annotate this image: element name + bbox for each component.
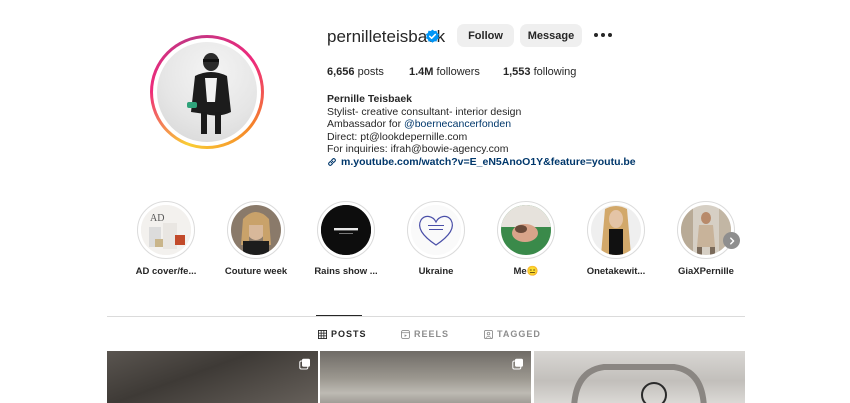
bio-line: Ambassador for @boernecancerfonden [327, 118, 636, 131]
following-count-value: 1,553 [503, 66, 531, 78]
highlight-label: AD cover/fe... [135, 266, 197, 277]
highlight-thumbnail [591, 205, 641, 255]
highlight-ring: AD [137, 201, 195, 259]
svg-text:AD: AD [150, 213, 164, 224]
avatar-photo [157, 42, 257, 142]
highlight-label: Couture week [224, 266, 288, 277]
following-count-label: following [533, 66, 577, 78]
more-options-icon[interactable] [594, 33, 612, 37]
posts-count-label: posts [357, 66, 384, 78]
verified-badge-icon [425, 29, 440, 43]
grid-icon [318, 329, 327, 339]
carousel-icon [512, 358, 523, 370]
post-thumbnail[interactable] [320, 351, 531, 403]
highlight-ring [407, 201, 465, 259]
message-button[interactable]: Message [520, 24, 582, 47]
link-icon [328, 157, 336, 166]
active-tab-indicator [316, 315, 362, 316]
highlight-thumbnail [231, 205, 281, 255]
reels-icon [401, 329, 410, 339]
more-dot [594, 33, 598, 37]
tab-posts-label: POSTS [331, 329, 367, 339]
tab-reels-label: REELS [414, 329, 450, 339]
highlight-label: Rains show ... [314, 266, 378, 277]
chevron-right-icon [729, 236, 734, 245]
highlight-thumbnail [681, 205, 731, 255]
rains-logo [321, 205, 371, 255]
bio-name: Pernille Teisbaek [327, 93, 413, 105]
bio-mention-link[interactable]: @boernecancerfonden [404, 118, 511, 130]
bio-link-text: m.youtube.com/watch?v=E_eN5AnoO1Y&featur… [341, 155, 636, 168]
profile-bio: Pernille Teisbaek Stylist- creative cons… [327, 93, 636, 168]
posts-count: 6,656 posts [327, 66, 384, 78]
highlight-item[interactable]: Me😑 [481, 201, 571, 277]
tab-posts[interactable]: POSTS [318, 329, 367, 339]
highlight-image [591, 205, 641, 255]
followers-count-value: 1.4M [409, 66, 434, 78]
post-thumbnail[interactable] [534, 351, 745, 403]
heart-drawing [411, 205, 461, 255]
bio-line: Stylist- creative consultant- interior d… [327, 105, 522, 118]
bio-line: Direct: pt@lookdepernille.com [327, 130, 468, 143]
tab-tagged-label: TAGGED [497, 329, 541, 339]
highlight-image [321, 205, 371, 255]
bio-line: For inquiries: ifrah@bowie-agency.com [327, 143, 509, 155]
post-image [571, 364, 707, 403]
highlight-image [681, 205, 731, 255]
highlight-label: GiaXPernille [678, 266, 734, 277]
posts-count-value: 6,656 [327, 66, 355, 78]
more-dot [608, 33, 612, 37]
highlight-ring [317, 201, 375, 259]
follow-button[interactable]: Follow [457, 24, 514, 47]
highlight-image [231, 205, 281, 255]
highlight-thumbnail: AD [141, 205, 191, 255]
highlight-image [411, 205, 461, 255]
following-count[interactable]: 1,553 following [503, 66, 576, 78]
highlight-label: Onetakewit... [586, 266, 646, 277]
avatar-image [187, 53, 231, 134]
tagged-icon [484, 329, 493, 339]
tab-reels[interactable]: REELS [401, 329, 449, 339]
tabs-divider [107, 316, 745, 317]
bio-line-prefix: Ambassador for [327, 118, 405, 130]
highlights-next-button[interactable] [723, 232, 740, 249]
highlight-item[interactable]: Ukraine [391, 201, 481, 277]
highlight-item[interactable]: AD AD cover/fe... [121, 201, 211, 277]
followers-count-label: followers [436, 66, 480, 78]
profile-avatar[interactable] [150, 35, 264, 149]
highlight-image [501, 205, 551, 255]
post-thumbnail[interactable] [107, 351, 318, 403]
highlight-ring [497, 201, 555, 259]
more-dot [601, 33, 605, 37]
highlight-thumbnail [501, 205, 551, 255]
highlight-image: AD [141, 205, 191, 255]
tab-tagged[interactable]: TAGGED [484, 329, 541, 339]
highlight-label: Me😑 [513, 266, 539, 277]
highlight-item[interactable]: Onetakewit... [571, 201, 661, 277]
highlight-ring [587, 201, 645, 259]
highlight-label: Ukraine [418, 266, 454, 277]
highlight-ring [227, 201, 285, 259]
highlight-ring [677, 201, 735, 259]
highlight-item[interactable]: Couture week [211, 201, 301, 277]
avatar-border [153, 38, 261, 146]
followers-count[interactable]: 1.4M followers [409, 66, 480, 78]
bio-external-link[interactable]: m.youtube.com/watch?v=E_eN5AnoO1Y&featur… [327, 156, 636, 169]
carousel-icon [299, 358, 310, 370]
highlight-item[interactable]: Rains show ... [301, 201, 391, 277]
